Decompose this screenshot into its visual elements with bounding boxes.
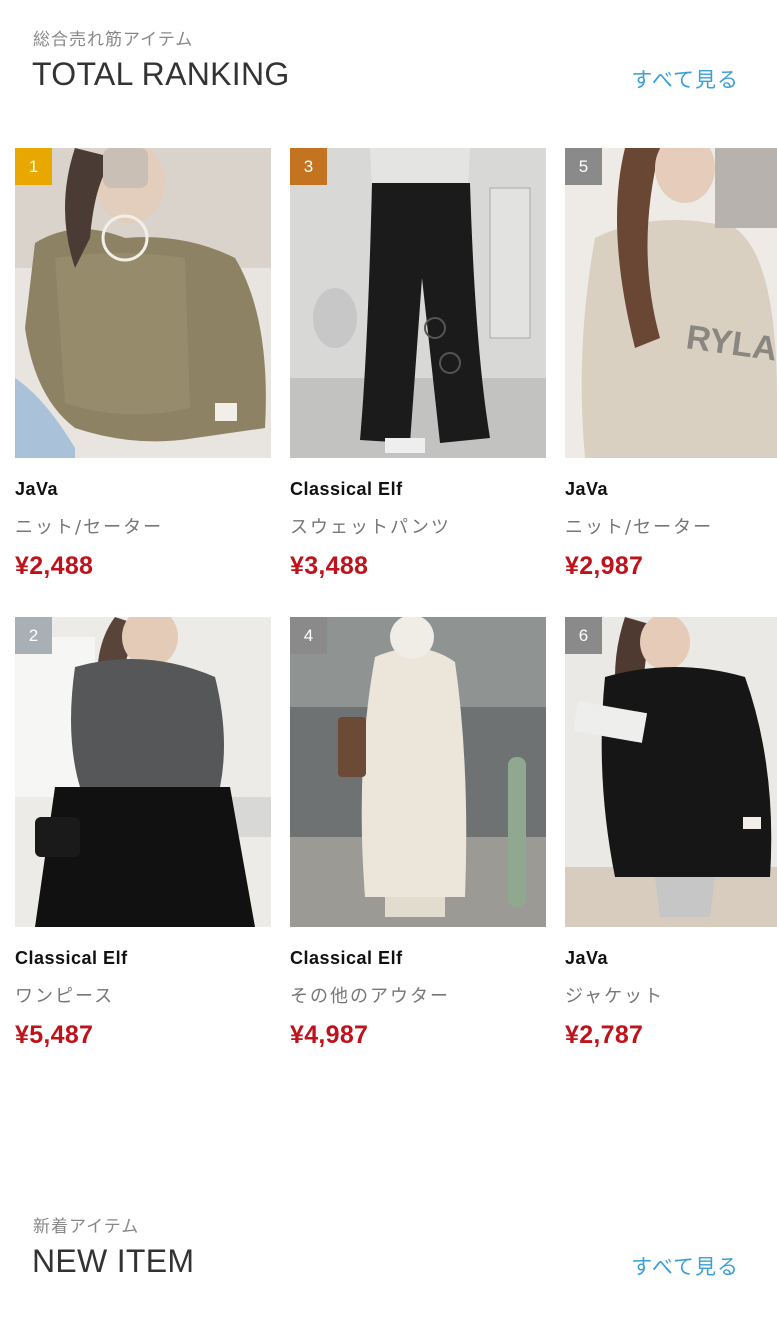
product-card[interactable]: 2 Classical Elf ワンピース ¥5,487 [15,617,271,1050]
product-brand: JaVa [565,479,609,499]
ranking-subtitle: 総合売れ筋アイテム [33,30,194,50]
product-brand: JaVa [15,479,59,499]
product-category: ジャケット [565,986,665,1007]
product-photo: RYLA [565,148,777,458]
product-photo [15,617,271,927]
ranking-header: 総合売れ筋アイテム TOTAL RANKING すべて見る [0,0,777,110]
new-item-subtitle: 新着アイテム [33,1217,140,1237]
ranking-see-all-link[interactable]: すべて見る [631,64,739,94]
product-image[interactable]: 2 [15,617,271,927]
product-image[interactable]: 6 [565,617,777,927]
rank-badge: 3 [290,148,327,185]
ranking-title: TOTAL RANKING [32,56,290,92]
product-card[interactable]: 3 Classical Elf スウェットパンツ ¥3,488 [290,148,546,581]
product-category: スウェットパンツ [290,517,451,538]
product-image[interactable]: 3 [290,148,546,458]
product-card[interactable]: 1 JaVa ニット/セーター ¥2,488 [15,148,271,581]
product-photo [290,617,546,927]
product-brand: Classical Elf [15,948,128,968]
product-price: ¥2,987 [565,552,644,580]
product-brand: JaVa [565,948,609,968]
product-image[interactable]: 5 RYLA [565,148,777,458]
product-brand: Classical Elf [290,479,403,499]
rank-badge: 5 [565,148,602,185]
product-photo [565,617,777,927]
product-price: ¥4,987 [290,1021,369,1049]
product-brand: Classical Elf [290,948,403,968]
product-image[interactable]: 1 [15,148,271,458]
product-category: ワンピース [15,986,115,1007]
product-photo [290,148,546,458]
product-category: ニット/セーター [15,517,164,538]
product-price: ¥5,487 [15,1021,94,1049]
rank-badge: 2 [15,617,52,654]
new-item-title: NEW ITEM [32,1243,195,1279]
product-price: ¥2,488 [15,552,94,580]
product-card[interactable]: 4 Classical Elf その他のアウター ¥4,987 [290,617,546,1050]
new-item-header: 新着アイテム NEW ITEM すべて見る [0,1190,777,1300]
product-card[interactable]: 6 JaVa ジャケット ¥2,787 [565,617,777,1050]
rank-badge: 4 [290,617,327,654]
product-price: ¥2,787 [565,1021,644,1049]
product-category: ニット/セーター [565,517,714,538]
new-item-see-all-link[interactable]: すべて見る [631,1251,739,1281]
product-card[interactable]: 5 RYLA JaVa ニット/セーター ¥2,987 [565,148,777,581]
product-price: ¥3,488 [290,552,369,580]
rank-badge: 1 [15,148,52,185]
product-photo [15,148,271,458]
product-image[interactable]: 4 [290,617,546,927]
rank-badge: 6 [565,617,602,654]
product-category: その他のアウター [290,986,450,1007]
